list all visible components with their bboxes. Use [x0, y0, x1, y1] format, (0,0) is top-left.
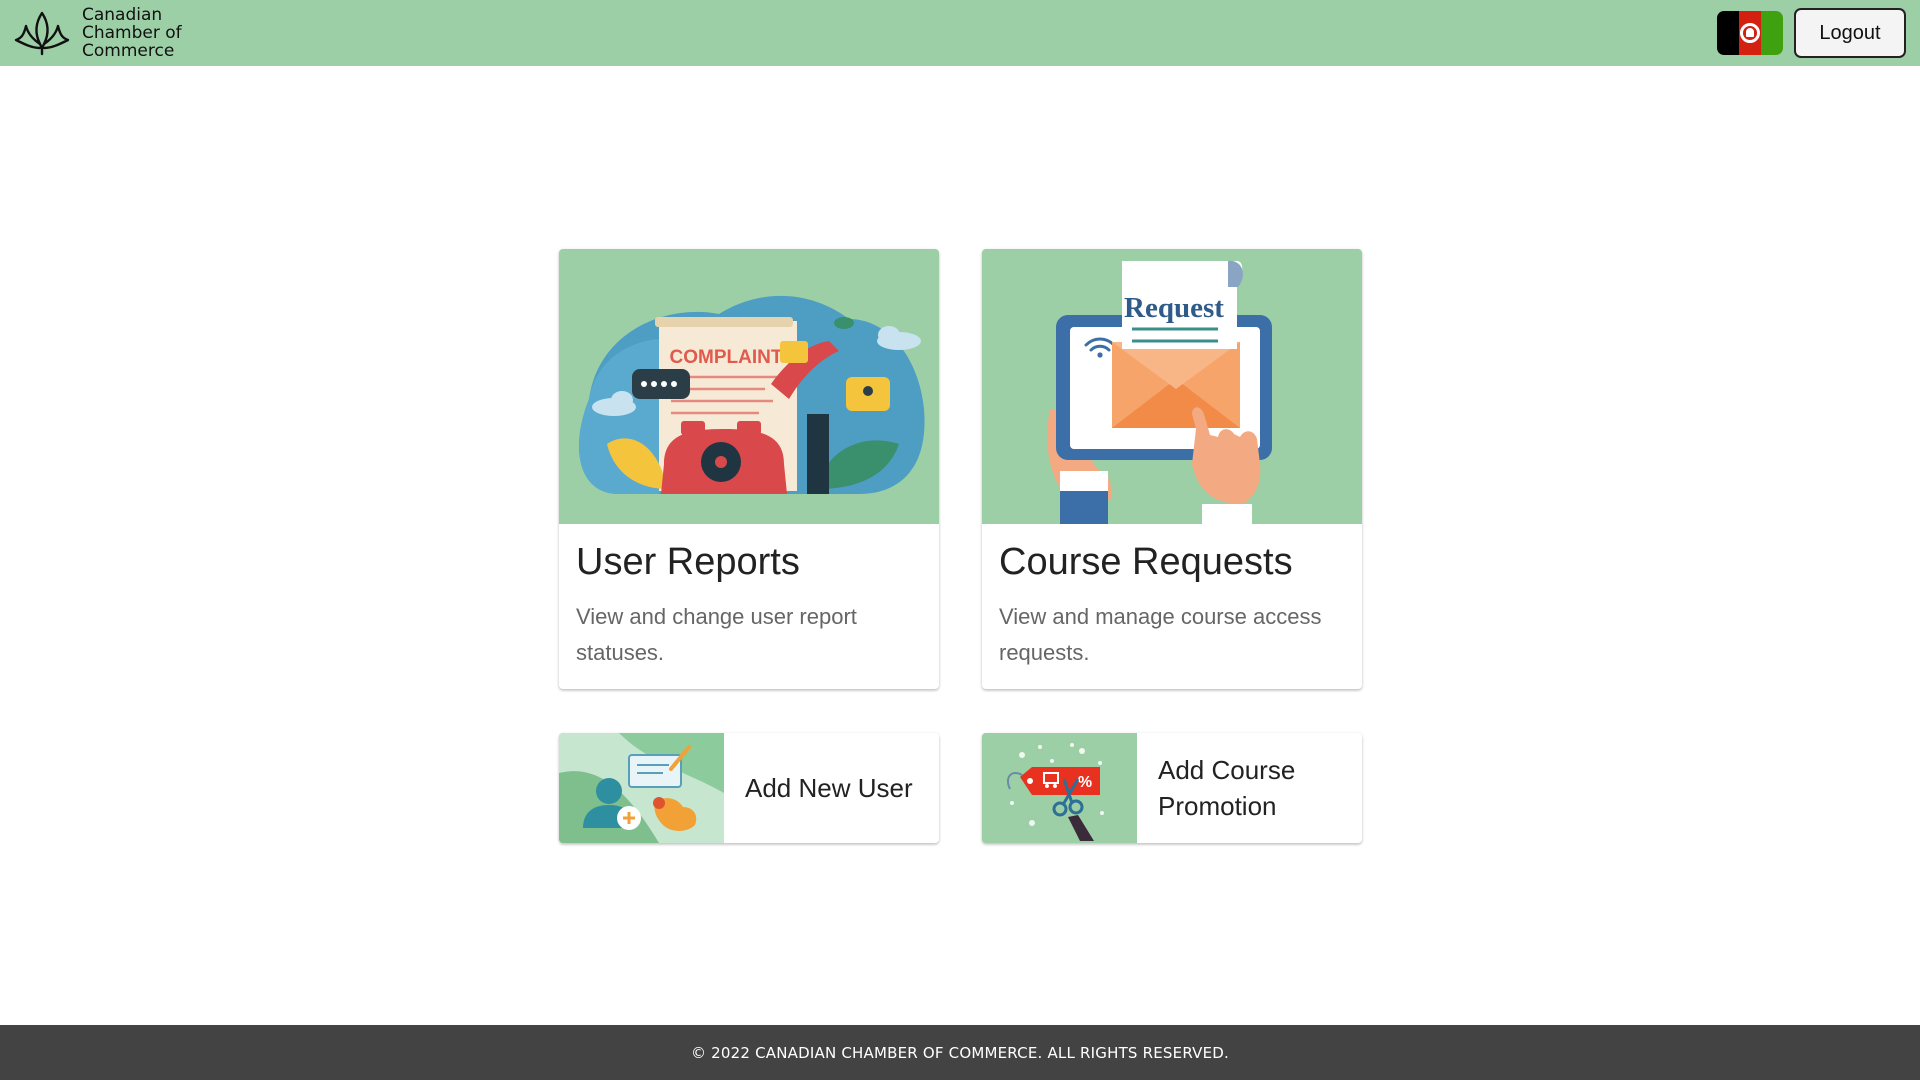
add-user-thumbnail: [559, 733, 724, 843]
card-description: View and change user report statuses.: [576, 604, 857, 665]
add-user-illustration-icon: [559, 733, 724, 843]
add-course-promotion-label: Add Course Promotion: [1158, 755, 1296, 821]
add-new-user-label: Add New User: [745, 773, 913, 803]
logout-button[interactable]: Logout: [1794, 8, 1906, 58]
afghanistan-flag-icon: [1740, 23, 1760, 43]
request-tablet-illustration-icon: Request: [1047, 260, 1272, 524]
user-reports-image: COMPLAINT: [559, 249, 939, 524]
brand-logo[interactable]: Canadian Chamber of Commerce: [14, 6, 182, 60]
course-requests-card[interactable]: Request Course Requests View and manage …: [982, 249, 1362, 689]
svg-text:%: %: [1078, 774, 1092, 791]
request-label: Request: [1124, 292, 1224, 324]
add-course-promotion-card[interactable]: % Add Course Promotion: [982, 733, 1362, 843]
complaint-illustration-icon: COMPLAINT: [579, 295, 925, 494]
card-description: View and manage course access requests.: [999, 604, 1322, 665]
top-navbar: Canadian Chamber of Commerce Logout: [0, 0, 1920, 66]
promotion-thumbnail: %: [982, 733, 1137, 843]
add-new-user-card[interactable]: Add New User: [559, 733, 939, 843]
footer: © 2022 CANADIAN CHAMBER OF COMMERCE. ALL…: [0, 1025, 1920, 1080]
copyright-text: © 2022 CANADIAN CHAMBER OF COMMERCE. ALL…: [691, 1043, 1229, 1062]
card-title: User Reports: [576, 541, 800, 583]
brand-line-1: Canadian: [82, 5, 163, 25]
promotion-tag-illustration-icon: %: [982, 733, 1137, 843]
user-reports-card[interactable]: COMPLAINT User Reports View and change u…: [559, 249, 939, 689]
brand-line-3: Commerce: [82, 41, 175, 61]
complaint-label: COMPLAINT: [670, 347, 783, 368]
brand-name: Canadian Chamber of Commerce: [82, 6, 182, 60]
course-requests-image: Request: [982, 249, 1362, 524]
maple-leaf-logo-icon: [14, 11, 70, 56]
brand-line-2: Chamber of: [82, 23, 182, 43]
language-flag-button[interactable]: [1717, 11, 1783, 55]
card-title: Course Requests: [999, 541, 1293, 583]
